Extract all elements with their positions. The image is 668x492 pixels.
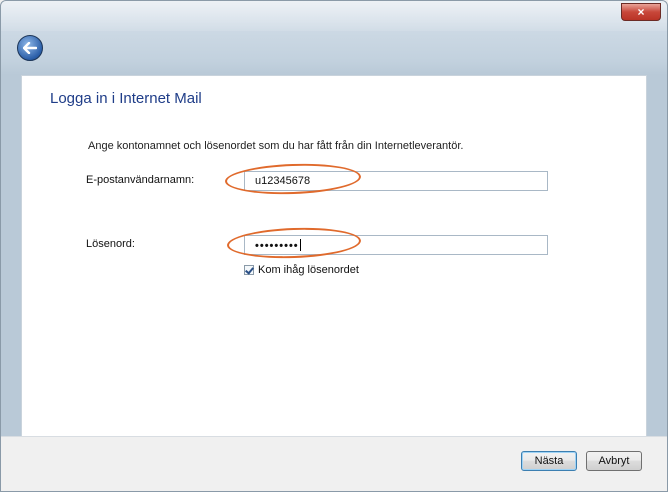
instruction-text: Ange kontonamnet och lösenordet som du h… (88, 140, 464, 152)
button-bar: Nästa Avbryt (1, 436, 667, 491)
email-label: E-postanvändarnamn: (86, 174, 195, 186)
checkbox-checked-icon[interactable] (244, 265, 254, 275)
back-button[interactable] (17, 35, 43, 61)
email-field[interactable]: u12345678 (244, 171, 548, 191)
password-field[interactable]: ••••••••• (244, 235, 548, 255)
wizard-content: Logga in i Internet Mail Ange kontonamne… (21, 75, 647, 439)
email-field-value: u12345678 (255, 175, 311, 187)
next-button[interactable]: Nästa (521, 451, 577, 471)
password-label: Lösenord: (86, 238, 135, 250)
password-field-value: ••••••••• (255, 240, 299, 252)
close-button[interactable]: × (621, 3, 661, 21)
back-arrow-icon (23, 42, 37, 54)
wizard-window: × Logga in i Internet Mail Ange kontonam… (0, 0, 668, 492)
text-caret (299, 239, 301, 251)
remember-password-checkbox[interactable]: Kom ihåg lösenordet (244, 264, 359, 276)
cancel-button[interactable]: Avbryt (586, 451, 642, 471)
close-icon: × (637, 5, 645, 19)
title-bar: × (1, 1, 667, 31)
remember-password-label: Kom ihåg lösenordet (258, 264, 359, 276)
nav-caption (53, 41, 183, 55)
page-title: Logga in i Internet Mail (50, 90, 202, 107)
